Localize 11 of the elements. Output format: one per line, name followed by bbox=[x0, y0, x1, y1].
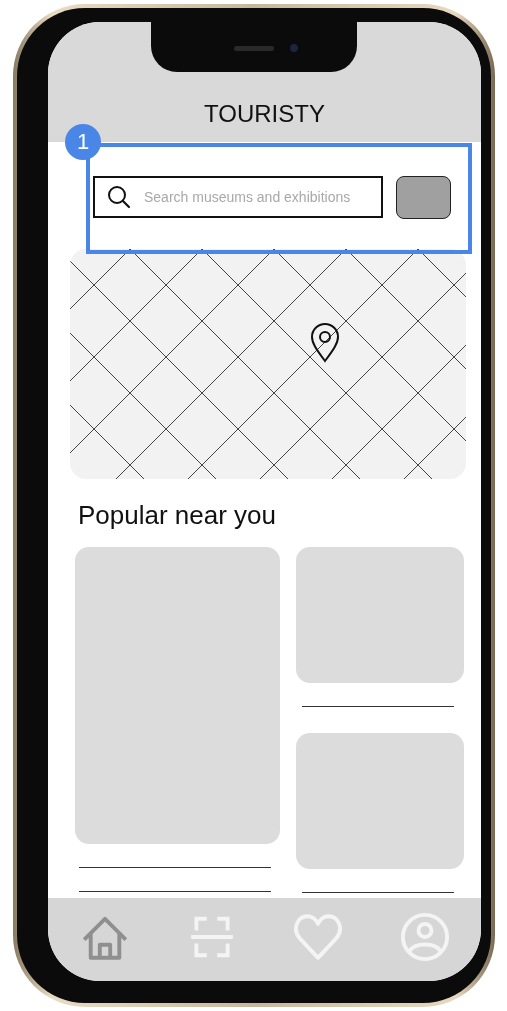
section-title: Popular near you bbox=[78, 499, 278, 532]
image-placeholder[interactable] bbox=[75, 547, 280, 844]
filter-button[interactable] bbox=[396, 176, 451, 219]
image-placeholder[interactable] bbox=[296, 547, 464, 683]
annotation-badge: 1 bbox=[65, 124, 101, 160]
location-pin-icon[interactable] bbox=[310, 323, 340, 363]
profile-icon[interactable] bbox=[398, 910, 451, 963]
search-icon bbox=[107, 185, 131, 209]
image-placeholder[interactable] bbox=[296, 733, 464, 869]
search-field[interactable]: Search museums and exhibitions bbox=[93, 176, 383, 218]
app-title: TOURISTY bbox=[204, 100, 325, 128]
